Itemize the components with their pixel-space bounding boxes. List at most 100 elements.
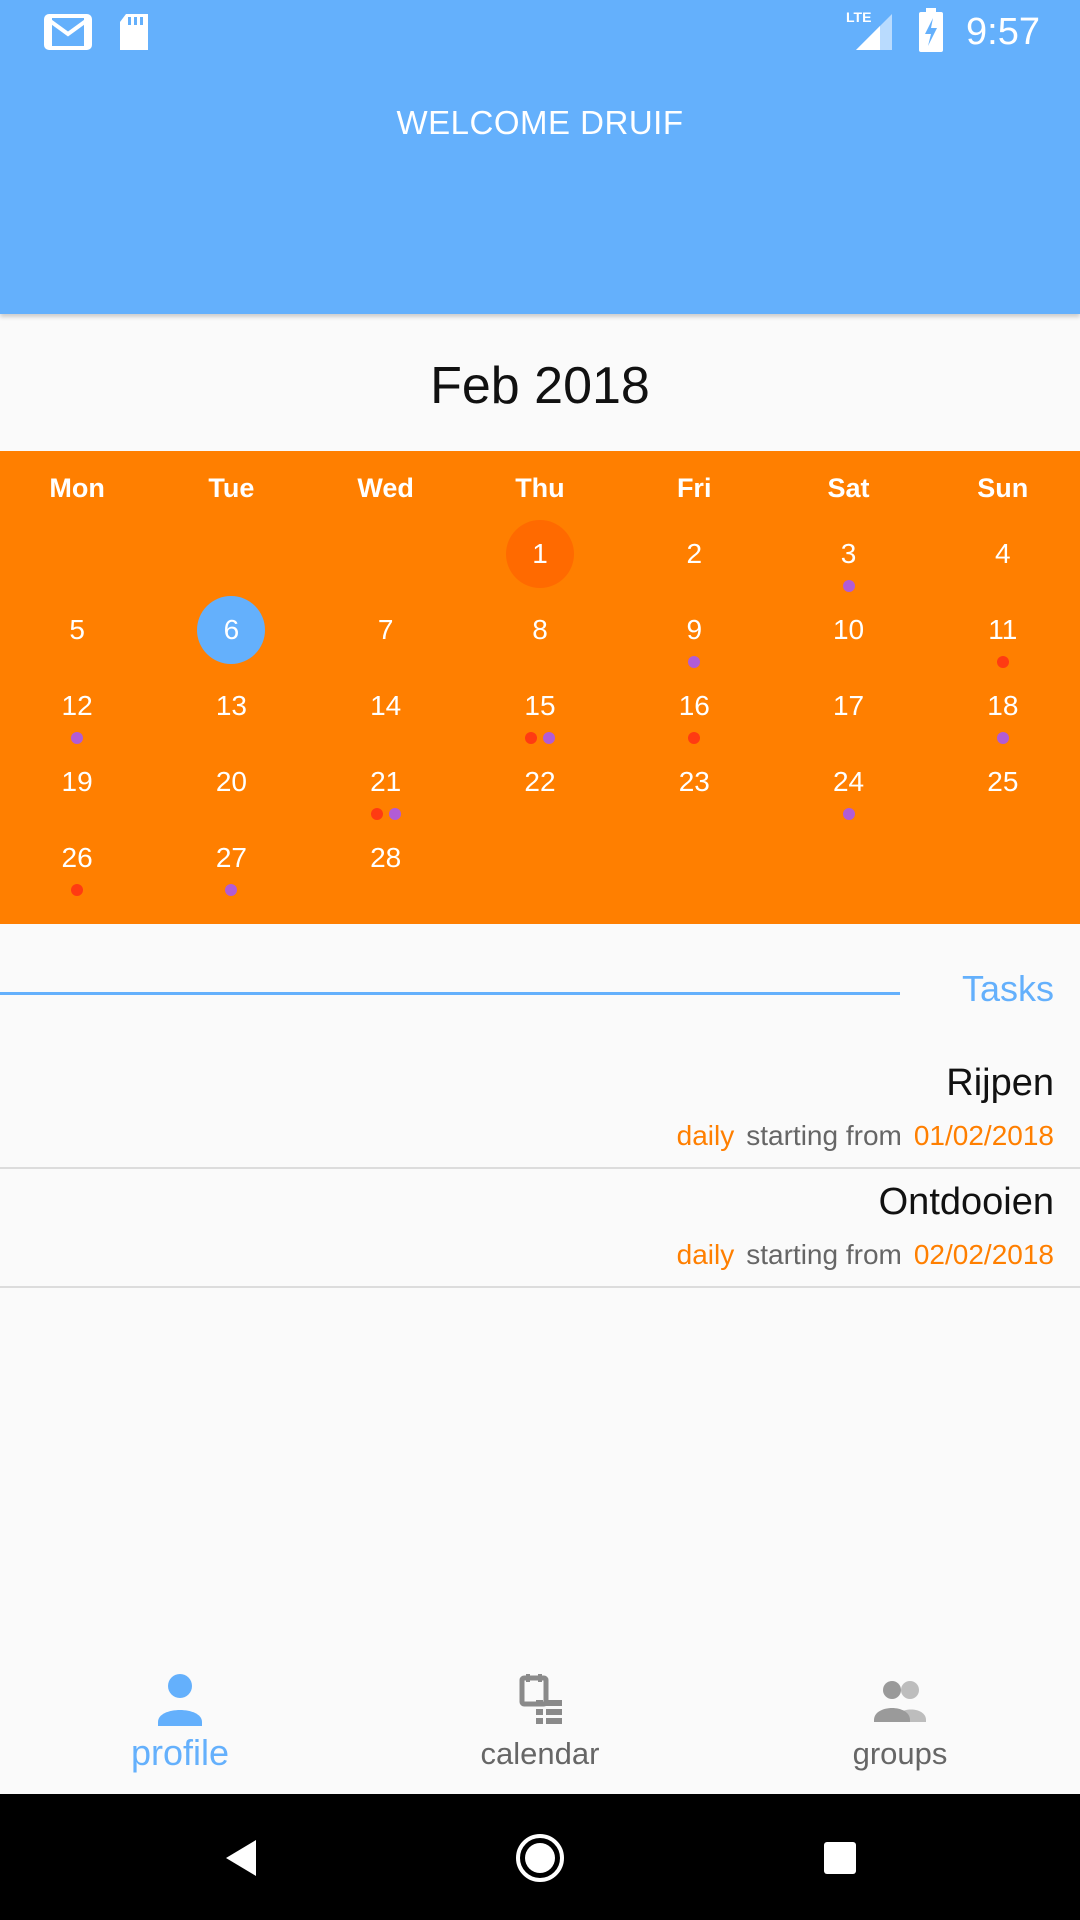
day-number: 20 <box>215 766 247 797</box>
calendar-day-27[interactable]: 27 <box>154 824 308 900</box>
calendar-day-8[interactable]: 8 <box>463 596 617 672</box>
event-dots <box>463 732 617 744</box>
tasks-divider <box>0 992 900 995</box>
event-dot-red <box>71 884 84 896</box>
svg-text:LTE: LTE <box>846 9 871 25</box>
calendar-day-25[interactable]: 25 <box>926 748 1080 824</box>
calendar-day-12[interactable]: 12 <box>0 672 154 748</box>
event-dot-purple <box>842 808 855 820</box>
day-number: 7 <box>377 614 394 645</box>
nav-label: groups <box>852 1736 948 1771</box>
calendar-day-15[interactable]: 15 <box>463 672 617 748</box>
bottom-navigation: profile calendar groups <box>0 1648 1080 1794</box>
calendar-day-13[interactable]: 13 <box>154 672 308 748</box>
calendar-day-28[interactable]: 28 <box>309 824 463 900</box>
day-number: 16 <box>678 690 710 721</box>
calendar-day-9[interactable]: 9 <box>617 596 771 672</box>
event-dot-purple <box>842 580 855 592</box>
calendar-day-20[interactable]: 20 <box>154 748 308 824</box>
calendar-day-14[interactable]: 14 <box>309 672 463 748</box>
calendar-day-19[interactable]: 19 <box>0 748 154 824</box>
battery-charging-icon <box>918 8 944 57</box>
calendar-day-4[interactable]: 4 <box>926 520 1080 596</box>
lte-signal-icon: LTE <box>846 8 896 57</box>
calendar-day-21[interactable]: 21 <box>309 748 463 824</box>
event-dots <box>617 656 771 668</box>
calendar-list-icon <box>510 1672 570 1728</box>
weekday-label: Fri <box>676 473 712 503</box>
event-dots <box>0 732 154 744</box>
task-list: Rijpen daily starting from 01/02/2018 On… <box>0 1050 1080 1288</box>
event-dot-red <box>524 732 537 744</box>
day-number: 11 <box>988 614 1018 645</box>
calendar-day-2[interactable]: 2 <box>617 520 771 596</box>
task-frequency: daily <box>676 1120 735 1151</box>
task-item[interactable]: Ontdooien daily starting from 02/02/2018 <box>0 1169 1080 1288</box>
task-title: Rijpen <box>946 1062 1054 1104</box>
task-start-date: 02/02/2018 <box>913 1239 1054 1270</box>
weekday-label: Thu <box>515 473 565 503</box>
group-icon <box>870 1672 930 1728</box>
day-number: 3 <box>840 538 857 569</box>
task-item[interactable]: Rijpen daily starting from 01/02/2018 <box>0 1050 1080 1169</box>
event-dots <box>617 732 771 744</box>
back-icon[interactable] <box>216 1830 272 1886</box>
nav-label: calendar <box>480 1736 600 1771</box>
nav-profile[interactable]: profile <box>0 1648 360 1794</box>
calendar-day-17[interactable]: 17 <box>771 672 925 748</box>
home-icon[interactable] <box>512 1830 568 1886</box>
calendar-day-23[interactable]: 23 <box>617 748 771 824</box>
event-dot-purple <box>688 656 701 668</box>
sd-card-icon <box>118 12 150 57</box>
event-dots <box>926 732 1080 744</box>
day-number: 17 <box>832 690 865 721</box>
calendar-day-18[interactable]: 18 <box>926 672 1080 748</box>
app-header: LTE 9:57 WELCOME DRUIF <box>0 0 1080 314</box>
weekday-header-row: Mon Tue Wed Thu Fri Sat Sun <box>0 463 1080 513</box>
day-number: 21 <box>370 766 402 797</box>
task-title: Ontdooien <box>878 1181 1054 1223</box>
day-number: 2 <box>686 538 703 569</box>
recents-icon[interactable] <box>812 1830 868 1886</box>
day-number: 14 <box>370 690 402 721</box>
calendar-day-22[interactable]: 22 <box>463 748 617 824</box>
event-dots <box>154 884 308 896</box>
calendar-day-3[interactable]: 3 <box>771 520 925 596</box>
day-number: 13 <box>215 690 247 721</box>
event-dots <box>771 808 925 820</box>
day-number: 5 <box>69 614 85 645</box>
event-dots <box>0 884 154 896</box>
month-title: Feb 2018 <box>430 357 650 415</box>
system-navigation-bar <box>0 1794 1080 1920</box>
event-dot-purple <box>542 732 555 744</box>
event-dot-purple <box>225 884 238 896</box>
calendar-day-1[interactable]: 1 <box>463 520 617 596</box>
event-dot-purple <box>996 732 1009 744</box>
calendar-day-11[interactable]: 11 <box>926 596 1080 672</box>
calendar-day-16[interactable]: 16 <box>617 672 771 748</box>
weekday-label: Tue <box>208 473 255 503</box>
nav-label: profile <box>130 1732 230 1773</box>
status-bar: LTE 9:57 <box>0 0 1080 64</box>
day-number: 10 <box>832 614 865 645</box>
event-dot-red <box>370 808 383 820</box>
day-number: 27 <box>215 842 247 873</box>
event-dot-red <box>688 732 701 744</box>
calendar-day-10[interactable]: 10 <box>771 596 925 672</box>
calendar-day-7[interactable]: 7 <box>309 596 463 672</box>
task-start-date: 01/02/2018 <box>913 1120 1054 1151</box>
day-number: 6 <box>223 614 240 645</box>
weekday-label: Mon <box>49 473 105 503</box>
calendar-day-6[interactable]: 6 <box>154 596 308 672</box>
nav-calendar[interactable]: calendar <box>360 1648 720 1794</box>
calendar-day-5[interactable]: 5 <box>0 596 154 672</box>
event-dots <box>926 656 1080 668</box>
day-number: 9 <box>686 614 703 645</box>
day-number: 19 <box>61 766 93 797</box>
calendar-day-26[interactable]: 26 <box>0 824 154 900</box>
event-dot-red <box>996 656 1009 668</box>
calendar-day-24[interactable]: 24 <box>771 748 925 824</box>
task-from-text: starting from <box>746 1239 902 1270</box>
day-number: 4 <box>995 538 1011 569</box>
nav-groups[interactable]: groups <box>720 1648 1080 1794</box>
